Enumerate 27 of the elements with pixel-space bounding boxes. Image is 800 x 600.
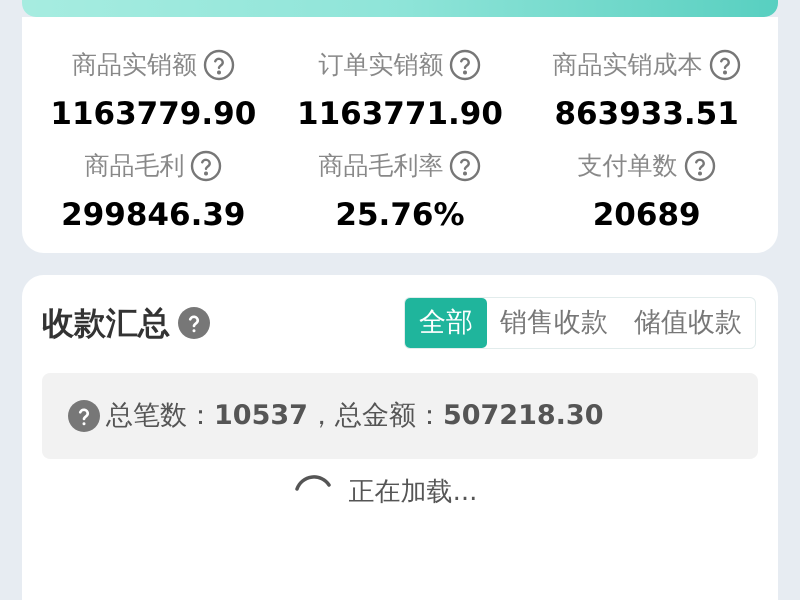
- help-icon[interactable]: [202, 49, 235, 81]
- metric-value: 1163779.90: [50, 99, 256, 130]
- metric-value: 299846.39: [61, 200, 246, 231]
- metric-label: 支付单数: [578, 150, 678, 182]
- metric-value: 1163771.90: [297, 99, 503, 130]
- summary-text: 总笔数：10537，总金额：507218.30: [106, 398, 604, 433]
- metric-label: 商品毛利: [84, 150, 184, 182]
- help-icon[interactable]: [178, 307, 210, 339]
- help-icon[interactable]: [449, 150, 482, 182]
- tab[interactable]: 销售收款: [487, 298, 621, 348]
- metric-label: 订单实销额: [318, 49, 444, 82]
- tab[interactable]: 储值收款: [621, 298, 755, 348]
- metric-value: 25.76%: [335, 200, 465, 231]
- help-icon[interactable]: [684, 150, 716, 182]
- metric-value: 863933.51: [554, 99, 739, 130]
- help-icon[interactable]: [708, 49, 741, 81]
- section-title: 收款汇总: [42, 303, 170, 344]
- help-icon[interactable]: [68, 400, 100, 432]
- metric-label: 商品实销额: [72, 49, 197, 82]
- help-icon[interactable]: [449, 49, 482, 81]
- metric-label: 商品实销成本: [552, 49, 703, 82]
- metric-label: 商品毛利率: [318, 150, 444, 182]
- metric-value: 20689: [592, 200, 701, 231]
- loading-text: 正在加载...: [348, 476, 478, 509]
- help-icon[interactable]: [190, 150, 222, 182]
- tab[interactable]: 全部: [405, 298, 487, 348]
- loading-spinner-icon: [292, 472, 333, 492]
